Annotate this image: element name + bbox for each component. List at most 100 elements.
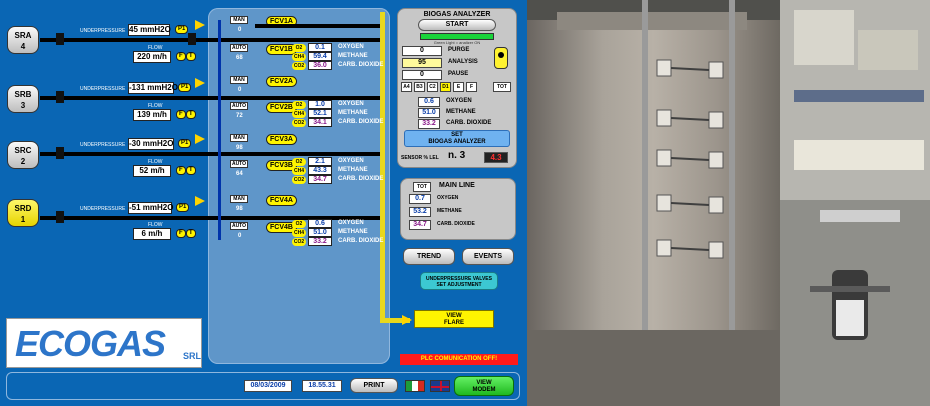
main-line-panel: TOT MAIN LINE 0.7 OXYGEN 53.2 METHANE 34… xyxy=(400,178,516,240)
valve-icon xyxy=(56,91,64,103)
selector-e[interactable]: E xyxy=(453,82,464,92)
underpressure-label: UNDERPRESSURE xyxy=(80,86,126,92)
auto-mode[interactable]: AUTO xyxy=(230,44,248,52)
ch4-value: 51.0 xyxy=(308,228,332,237)
valve-icon xyxy=(56,33,64,45)
analysis-value: 95 xyxy=(402,58,442,68)
purge-label: PURGE xyxy=(448,47,470,53)
analyzer-switch-icon[interactable] xyxy=(494,47,508,69)
underpressure-value: 45 mmH2O xyxy=(128,24,171,36)
oxygen-label: OXYGEN xyxy=(338,101,364,107)
fcv-a-value: 0 xyxy=(238,87,242,93)
underpressure-value: -131 mmH2O xyxy=(128,82,178,94)
source-button-srb[interactable]: SRB 3 xyxy=(7,85,39,113)
temp-tag: T xyxy=(186,229,196,238)
main-line-title: MAIN LINE xyxy=(439,182,475,189)
line-pipe xyxy=(40,152,380,156)
source-button-srd[interactable]: SRD 1 xyxy=(7,199,39,227)
fcv-a-tag[interactable]: FCV2A xyxy=(266,76,297,87)
ch4-value: 52.1 xyxy=(308,109,332,118)
start-button[interactable]: START xyxy=(418,19,496,31)
arrow-icon xyxy=(195,20,205,30)
underpressure-value: -51 mmH2O xyxy=(128,202,174,214)
man-mode[interactable]: MAN xyxy=(230,195,248,203)
date-value: 08/03/2009 xyxy=(244,380,292,392)
analyzer-oxygen-label: OXYGEN xyxy=(446,98,472,104)
ch4-tag: CH4 xyxy=(292,53,306,61)
valve-icon xyxy=(56,147,64,159)
pressure-tag: P1 xyxy=(176,203,190,212)
source-button-sra[interactable]: SRA 4 xyxy=(7,26,39,54)
ch4-tag: CH4 xyxy=(292,110,306,118)
selector-b3[interactable]: B3 xyxy=(414,82,425,92)
photo-sampling-manifold xyxy=(527,0,780,406)
oxygen-label: OXYGEN xyxy=(338,158,364,164)
source-button-src[interactable]: SRC 2 xyxy=(7,141,39,169)
analyzer-carb-label: CARB. DIOXIDE xyxy=(446,120,492,126)
main-line-tot[interactable]: TOT xyxy=(413,182,431,192)
co2-tag: CO2 xyxy=(292,119,306,127)
ch4-tag: CH4 xyxy=(292,167,306,175)
auto-mode[interactable]: AUTO xyxy=(230,222,248,230)
underpressure-value: -30 mmH2O xyxy=(128,138,174,150)
temp-tag: T xyxy=(186,166,196,175)
main-ch4-value: 53.2 xyxy=(409,207,431,217)
selector-c2[interactable]: C2 xyxy=(427,82,438,92)
selector-a4[interactable]: A4 xyxy=(401,82,412,92)
screen: SRA 4 UNDERPRESSURE 45 mmH2O P1 FLOW 220 … xyxy=(0,0,930,406)
photo-control-cabinet xyxy=(780,0,930,406)
o2-value: 1.0 xyxy=(308,100,332,109)
feed-pipe xyxy=(255,24,380,28)
italian-flag-icon[interactable] xyxy=(405,380,425,392)
ch4-value: 59.4 xyxy=(308,52,332,61)
man-mode[interactable]: MAN xyxy=(230,134,248,142)
carb-dioxide-label: CARB. DIOXIDE xyxy=(338,119,384,125)
oxygen-label: OXYGEN xyxy=(338,220,364,226)
analyzer-note: Green Light = analizer ON xyxy=(433,40,481,45)
view-flare-button[interactable]: VIEW FLARE xyxy=(414,310,494,328)
arrow-icon xyxy=(195,134,205,144)
auto-mode[interactable]: AUTO xyxy=(230,160,248,168)
underpressure-label: UNDERPRESSURE xyxy=(80,206,126,212)
fcv-a-tag[interactable]: FCV4A xyxy=(266,195,297,206)
main-co2-value: 34.7 xyxy=(409,220,431,230)
co2-value: 34.7 xyxy=(308,175,332,184)
source-number: 4 xyxy=(20,42,26,51)
o2-value: 0.1 xyxy=(308,43,332,52)
source-id: SRC xyxy=(14,146,32,155)
fcv-a-tag[interactable]: FCV3A xyxy=(266,134,297,145)
analyzer-ch4-value: 51.0 xyxy=(418,108,440,118)
analysis-pipe xyxy=(218,20,221,240)
pressure-tag: P1 xyxy=(175,25,189,34)
man-mode[interactable]: MAN xyxy=(230,76,248,84)
carb-dioxide-label: CARB. DIOXIDE xyxy=(338,62,384,68)
selector-f[interactable]: F xyxy=(466,82,477,92)
man-mode[interactable]: MAN xyxy=(230,16,248,24)
logo-suffix: SRL xyxy=(183,351,201,361)
print-button[interactable]: PRINT xyxy=(350,378,398,393)
temp-tag: T xyxy=(186,52,196,61)
arrow-icon xyxy=(195,196,205,206)
auto-mode[interactable]: AUTO xyxy=(230,102,248,110)
selector-d1[interactable]: D1 xyxy=(440,82,451,92)
trend-button[interactable]: TREND xyxy=(403,248,455,265)
view-modem-button[interactable]: VIEW MODEM xyxy=(454,376,514,396)
analyzer-co2-value: 33.2 xyxy=(418,119,440,129)
fcv-b-value: 72 xyxy=(236,113,243,119)
co2-value: 36.0 xyxy=(308,61,332,70)
valve-icon xyxy=(188,33,196,45)
uk-flag-icon[interactable] xyxy=(430,380,450,392)
set-analyzer-button[interactable]: SET BIOGAS ANALYZER xyxy=(404,130,510,147)
analyzer-title: BIOGAS ANALYZER xyxy=(423,11,491,18)
ch4-tag: CH4 xyxy=(292,229,306,237)
flow-tag: F xyxy=(176,110,186,119)
methane-label: METHANE xyxy=(338,167,368,173)
flow-tag: F xyxy=(176,166,186,175)
events-button[interactable]: EVENTS xyxy=(462,248,514,265)
underpressure-valves-button[interactable]: UNDERPRESSURE VALVES SET ADJUSTMENT xyxy=(420,272,498,290)
temp-tag: T xyxy=(186,110,196,119)
source-number: 1 xyxy=(20,215,26,224)
carb-dioxide-label: CARB. DIOXIDE xyxy=(338,238,384,244)
selector-tot[interactable]: TOT xyxy=(493,82,511,92)
methane-label: METHANE xyxy=(338,110,368,116)
